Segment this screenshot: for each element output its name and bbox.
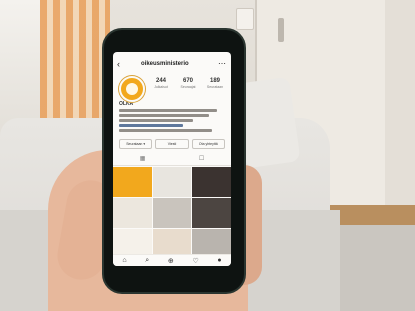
post-grid [113, 167, 231, 259]
post-thumbnail[interactable] [192, 167, 231, 197]
profile-actions: Seurataan ▾ Viesti Ota yhteyttä [119, 139, 225, 149]
door-handle [278, 18, 284, 42]
bio-line [119, 109, 217, 112]
contact-button[interactable]: Ota yhteyttä [191, 139, 225, 149]
add-post-icon[interactable]: ⊕ [168, 257, 174, 265]
bio-link[interactable] [119, 124, 183, 127]
display-name: OLKA [119, 101, 134, 107]
door-frame [385, 0, 415, 205]
stat-posts[interactable]: 244 Julkaisut [149, 78, 173, 89]
username: oikeusministerio [141, 61, 189, 67]
stat-posts-label: Julkaisut [154, 85, 168, 89]
phone-screen: ‹ oikeusministerio ⋯ 244 Julkaisut 670 S… [113, 52, 231, 266]
activity-icon[interactable]: ♡ [192, 257, 198, 265]
profile-summary: 244 Julkaisut 670 Seuraajat 189 Seurataa… [113, 72, 231, 102]
post-thumbnail[interactable] [113, 167, 152, 197]
bio-line [119, 119, 194, 122]
stat-followers-label: Seuraajat [180, 85, 196, 89]
profile-header: ‹ oikeusministerio ⋯ [113, 58, 231, 72]
avatar[interactable] [119, 76, 145, 102]
post-thumbnail[interactable] [113, 198, 152, 228]
bio-line [119, 114, 210, 117]
stat-posts-count: 244 [155, 78, 166, 84]
post-thumbnail[interactable] [152, 167, 192, 197]
stat-following[interactable]: 189 Seurataan [203, 78, 227, 89]
profile-tabs: ▦ ☐ [113, 155, 231, 166]
bottom-nav: ⌂ ⌕ ⊕ ♡ ● [113, 254, 231, 266]
home-icon[interactable]: ⌂ [122, 257, 126, 264]
tagged-icon[interactable]: ☐ [199, 155, 204, 165]
wall-switch [236, 8, 254, 30]
stat-followers[interactable]: 670 Seuraajat [176, 78, 200, 89]
profile-stats: 244 Julkaisut 670 Seuraajat 189 Seurataa… [149, 78, 227, 89]
stat-following-label: Seurataan [206, 85, 224, 89]
post-thumbnail[interactable] [192, 198, 231, 228]
avatar-logo [126, 83, 138, 95]
message-button[interactable]: Viesti [155, 139, 189, 149]
stat-following-count: 189 [209, 78, 220, 84]
photo-scene: ‹ oikeusministerio ⋯ 244 Julkaisut 670 S… [0, 0, 415, 311]
follow-button[interactable]: Seurataan ▾ [119, 139, 153, 149]
striped-curtain [40, 0, 110, 135]
profile-icon[interactable]: ● [217, 257, 221, 264]
grey-rug [330, 225, 415, 311]
grid-icon[interactable]: ▦ [140, 155, 146, 165]
stat-followers-count: 670 [182, 78, 193, 84]
bio-line [119, 129, 213, 132]
back-icon[interactable]: ‹ [117, 60, 120, 69]
more-icon[interactable]: ⋯ [218, 59, 226, 68]
search-icon[interactable]: ⌕ [145, 257, 149, 265]
profile-bio [119, 109, 225, 134]
post-thumbnail[interactable] [152, 198, 192, 228]
